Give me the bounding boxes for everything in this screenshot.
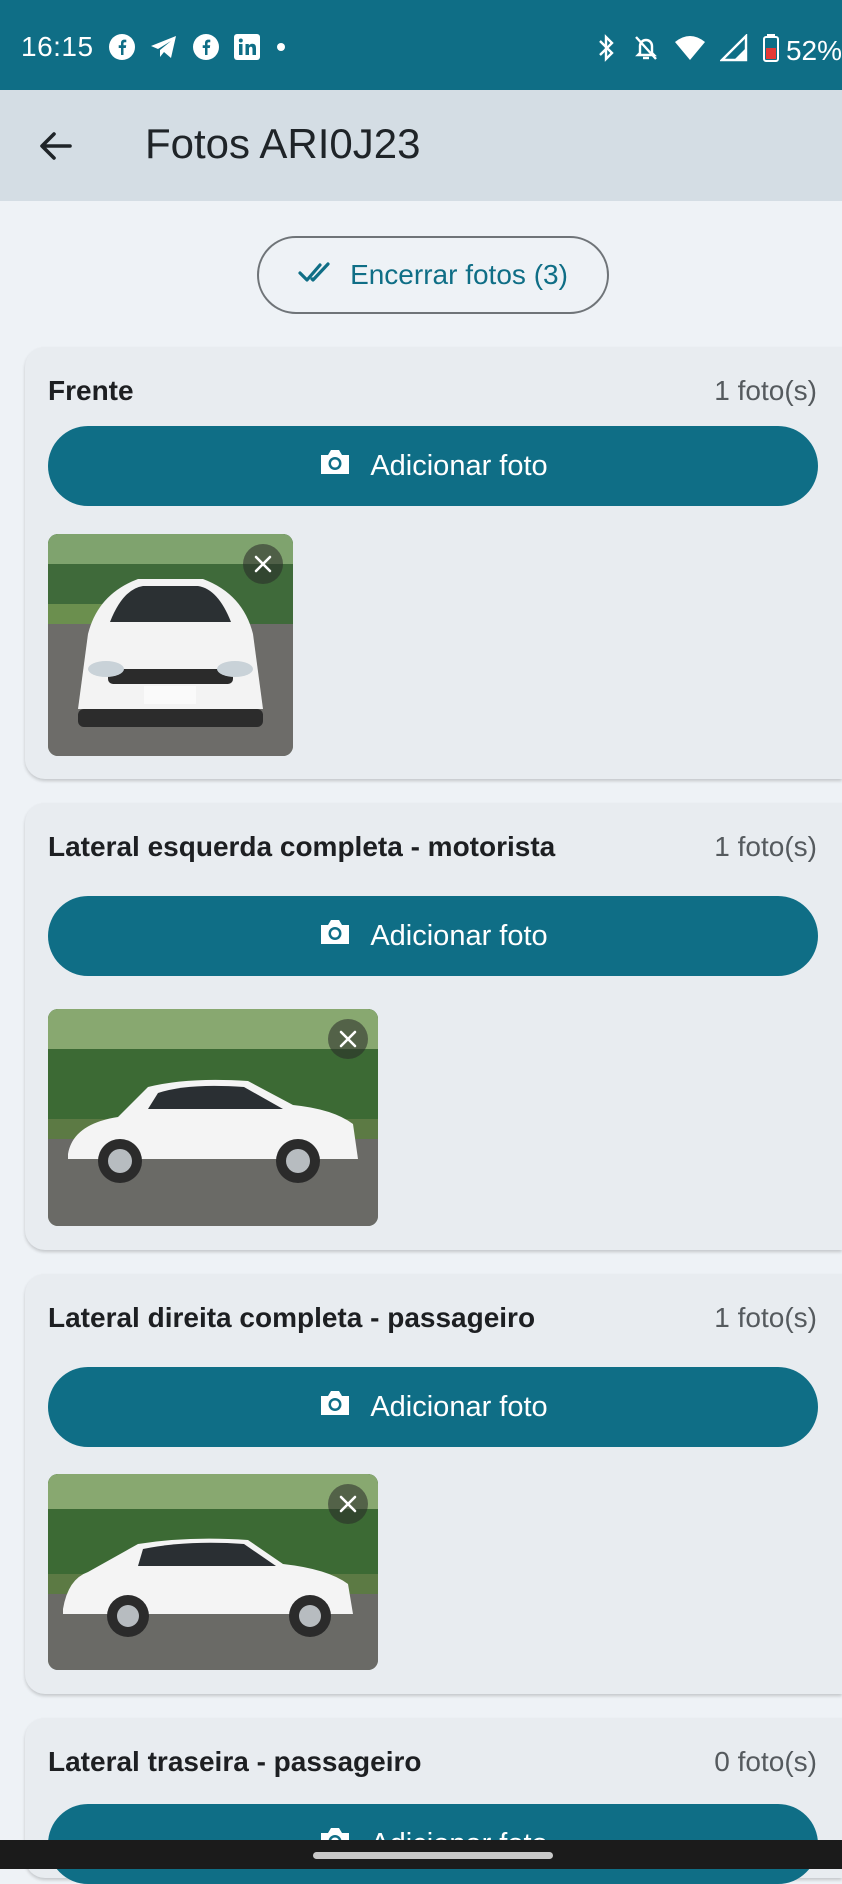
system-navigation-bar bbox=[0, 1840, 842, 1869]
section-name: Lateral traseira - passageiro bbox=[48, 1746, 422, 1777]
signal-icon bbox=[719, 33, 748, 67]
system-icons: 52% bbox=[596, 33, 842, 68]
page-title: Fotos ARI0J23 bbox=[145, 120, 421, 167]
camera-icon bbox=[318, 1388, 352, 1426]
add-photo-button[interactable]: Adicionar foto bbox=[48, 426, 818, 506]
notification-icons bbox=[108, 33, 288, 61]
photo-count: 0 foto(s) bbox=[714, 1746, 817, 1777]
battery-percentage: 52% bbox=[785, 34, 842, 66]
close-icon[interactable] bbox=[328, 1019, 368, 1059]
wifi-icon bbox=[674, 34, 706, 67]
finish-photos-label: Encerrar fotos (3) bbox=[350, 259, 568, 290]
add-photo-label: Adicionar foto bbox=[370, 449, 548, 482]
facebook-icon bbox=[192, 33, 220, 61]
camera-icon bbox=[318, 447, 352, 485]
status-bar: 16:15 52% bbox=[0, 0, 842, 90]
telegram-icon bbox=[149, 33, 179, 61]
double-check-icon bbox=[298, 259, 336, 291]
add-photo-label: Adicionar foto bbox=[370, 919, 548, 952]
photo-count: 1 foto(s) bbox=[714, 831, 817, 862]
dot-icon bbox=[274, 33, 288, 61]
camera-icon bbox=[318, 917, 352, 955]
car-right-side-photo[interactable] bbox=[48, 1474, 378, 1670]
car-front-photo[interactable] bbox=[48, 534, 293, 756]
finish-photos-button[interactable]: Encerrar fotos (3) bbox=[257, 236, 609, 314]
facebook-icon bbox=[108, 33, 136, 61]
home-gesture-handle[interactable] bbox=[313, 1852, 553, 1859]
add-photo-button[interactable]: Adicionar foto bbox=[48, 896, 818, 976]
add-photo-label: Adicionar foto bbox=[370, 1390, 548, 1423]
photo-section-card: Frente 1 foto(s) Adicionar foto bbox=[25, 347, 842, 779]
photo-section-card: Lateral direita completa - passageiro 1 … bbox=[25, 1274, 842, 1694]
close-icon[interactable] bbox=[243, 544, 283, 584]
photo-count: 1 foto(s) bbox=[714, 1302, 817, 1333]
battery-icon bbox=[762, 33, 780, 68]
status-time: 16:15 bbox=[21, 31, 94, 62]
photo-section-card: Lateral esquerda completa - motorista 1 … bbox=[25, 803, 842, 1250]
linkedin-icon bbox=[233, 33, 261, 61]
car-left-side-photo[interactable] bbox=[48, 1009, 378, 1226]
arrow-left-icon[interactable] bbox=[34, 124, 78, 168]
close-icon[interactable] bbox=[328, 1484, 368, 1524]
bell-off-icon bbox=[632, 33, 660, 68]
app-bar: Fotos ARI0J23 bbox=[0, 90, 842, 201]
section-name: Lateral esquerda completa - motorista bbox=[48, 831, 556, 862]
section-name: Frente bbox=[48, 375, 134, 406]
section-name: Lateral direita completa - passageiro bbox=[48, 1302, 536, 1333]
bluetooth-icon bbox=[596, 33, 618, 68]
photo-count: 1 foto(s) bbox=[714, 375, 817, 406]
add-photo-button[interactable]: Adicionar foto bbox=[48, 1367, 818, 1447]
